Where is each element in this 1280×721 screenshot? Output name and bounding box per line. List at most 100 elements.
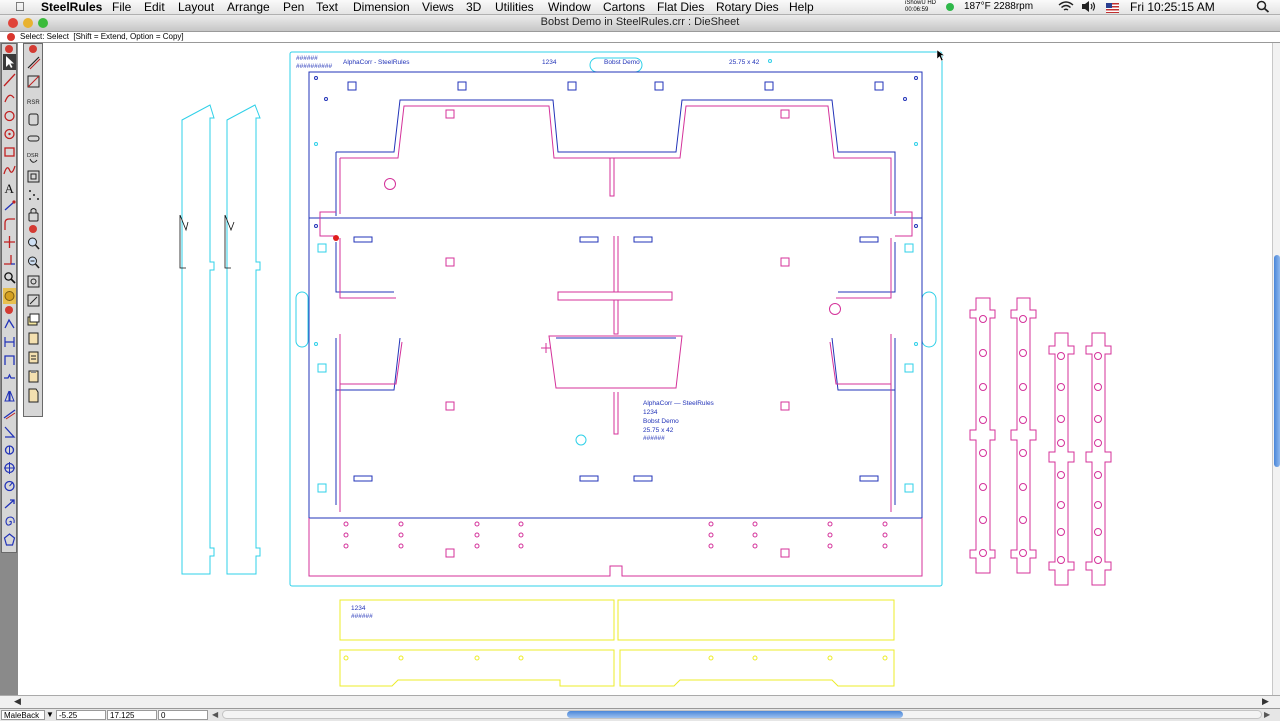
slot-tool-icon[interactable] (26, 130, 41, 147)
target-tool-icon[interactable] (3, 460, 16, 476)
select-tool-icon[interactable] (3, 54, 16, 70)
scroll-left-arrow-icon[interactable]: ◀ (14, 696, 21, 707)
record-status-icon[interactable] (946, 3, 954, 11)
zoom-tool-icon[interactable] (3, 270, 16, 286)
menu-help[interactable]: Help (789, 0, 814, 14)
ellipse-tool-icon[interactable] (3, 126, 16, 142)
trim-tool-icon[interactable] (3, 234, 16, 250)
bridge-die-tool-icon[interactable] (26, 168, 41, 185)
zoom-in-icon[interactable] (26, 235, 41, 252)
menu-window[interactable]: Window (548, 0, 591, 14)
zoom-window-icon[interactable] (26, 292, 41, 309)
copy-icon[interactable] (26, 349, 41, 366)
perf-tool-icon[interactable]: RSR (26, 92, 41, 109)
clock[interactable]: Fri 10:25:15 AM (1130, 0, 1215, 14)
window-title-bar: Bobst Demo in SteelRules.crr : DieSheet (0, 15, 1280, 32)
fillet-tool-icon[interactable] (3, 216, 16, 232)
rectangle-tool-icon[interactable] (3, 144, 16, 160)
close-subpalette-button[interactable] (5, 306, 13, 314)
die-board (308, 71, 923, 519)
scroll-right-arrow-icon[interactable]: ▶ (1262, 696, 1269, 707)
menu-pen[interactable]: Pen (283, 0, 304, 14)
text-tool-icon[interactable]: A (3, 180, 16, 196)
bridge-tool-icon[interactable] (3, 352, 16, 368)
dsr-tool-icon[interactable]: DSR (26, 149, 41, 166)
center-label-size: 25.75 x 42 (643, 427, 674, 434)
arc-tool-icon[interactable] (3, 90, 16, 106)
line-tool-icon[interactable] (3, 72, 16, 88)
rule-tool-icon[interactable] (26, 54, 41, 71)
node-tool-icon[interactable] (3, 442, 16, 458)
offset-tool-icon[interactable] (3, 316, 16, 332)
circle-tool-icon[interactable] (3, 108, 16, 124)
horizontal-scrollbar[interactable]: ◀ ▶ (0, 695, 1280, 708)
menu-3d[interactable]: 3D (466, 0, 481, 14)
close-view-palette-button[interactable] (29, 225, 37, 233)
menu-rotary-dies[interactable]: Rotary Dies (716, 0, 779, 14)
center-label-number: 1234 (643, 409, 658, 416)
arrow-tool-icon[interactable] (3, 496, 16, 512)
close-drawing-button[interactable] (7, 33, 15, 41)
left-strip-marks (179, 214, 235, 269)
apple-icon[interactable]:  (15, 0, 25, 14)
zoom-fit-icon[interactable] (26, 273, 41, 290)
menu-dimension[interactable]: Dimension (353, 0, 410, 14)
dimension-tool-icon[interactable] (3, 334, 16, 350)
temperature-readout[interactable]: 187°F 2288rpm (964, 0, 1033, 14)
document-icon[interactable] (26, 387, 41, 404)
menu-cartons[interactable]: Cartons (603, 0, 645, 14)
nick-tool-icon[interactable] (3, 370, 16, 386)
pan-tool-icon[interactable] (3, 288, 16, 304)
extend-tool-icon[interactable] (3, 252, 16, 268)
polygon-tool-icon[interactable] (3, 532, 16, 548)
counter-plate-code: ###### (351, 613, 373, 620)
layer-select[interactable]: MaleBack (1, 710, 45, 720)
layers-icon[interactable] (26, 311, 41, 328)
menu-bar:  SteelRules File Edit Layout Arrange Pe… (0, 0, 1280, 15)
print-icon[interactable] (26, 330, 41, 347)
menu-views[interactable]: Views (422, 0, 454, 14)
drawing-canvas[interactable]: ###### ########## AlphaCorr - SteelRules… (0, 43, 1272, 695)
menu-flat-dies[interactable]: Flat Dies (657, 0, 704, 14)
knife-tool-icon[interactable] (3, 406, 16, 422)
selection-handle[interactable] (333, 235, 339, 241)
menu-text[interactable]: Text (316, 0, 338, 14)
angle-tool-icon[interactable] (3, 424, 16, 440)
search-icon[interactable] (1256, 0, 1270, 14)
wifi-icon[interactable] (1058, 0, 1074, 14)
close-palette-button[interactable] (5, 45, 13, 53)
menu-file[interactable]: File (112, 0, 131, 14)
y-coordinate-field[interactable]: 17.125 (107, 710, 157, 720)
crease-tool-icon[interactable] (26, 73, 41, 90)
hscroll-right-icon[interactable]: ▶ (1264, 709, 1270, 721)
close-die-palette-button[interactable] (29, 45, 37, 53)
rotate-tool-icon[interactable] (3, 198, 16, 214)
menu-app-name[interactable]: SteelRules (41, 0, 102, 14)
volume-icon[interactable] (1081, 0, 1097, 14)
chevron-down-icon[interactable]: ▼ (46, 709, 54, 721)
curve-tool-icon[interactable] (3, 162, 16, 178)
die-cut-rules (308, 105, 923, 577)
menu-utilities[interactable]: Utilities (495, 0, 534, 14)
menu-arrange[interactable]: Arrange (227, 0, 270, 14)
menu-edit[interactable]: Edit (144, 0, 165, 14)
counter-tool-icon[interactable] (26, 111, 41, 128)
measure-tool-icon[interactable] (3, 478, 16, 494)
sheet-size: 25.75 x 42 (729, 59, 760, 66)
horizontal-scroll-track[interactable] (222, 710, 1262, 719)
horizontal-scroll-thumb[interactable] (567, 711, 903, 718)
menu-layout[interactable]: Layout (178, 0, 214, 14)
zoom-out-icon[interactable] (26, 254, 41, 271)
paste-icon[interactable] (26, 368, 41, 385)
vertical-scrollbar[interactable] (1272, 43, 1280, 695)
spiral-tool-icon[interactable] (3, 514, 16, 530)
scatter-tool-icon[interactable] (26, 187, 41, 204)
mirror-tool-icon[interactable] (3, 388, 16, 404)
hscroll-left-icon[interactable]: ◀ (212, 709, 218, 721)
center-label-company: AlphaCorr — SteelRules (643, 400, 715, 407)
lock-tool-icon[interactable] (26, 206, 41, 223)
us-flag-icon[interactable] (1106, 2, 1119, 16)
x-coordinate-field[interactable]: -5.25 (56, 710, 106, 720)
z-coordinate-field[interactable]: 0 (158, 710, 208, 720)
vertical-scroll-thumb[interactable] (1274, 255, 1280, 467)
